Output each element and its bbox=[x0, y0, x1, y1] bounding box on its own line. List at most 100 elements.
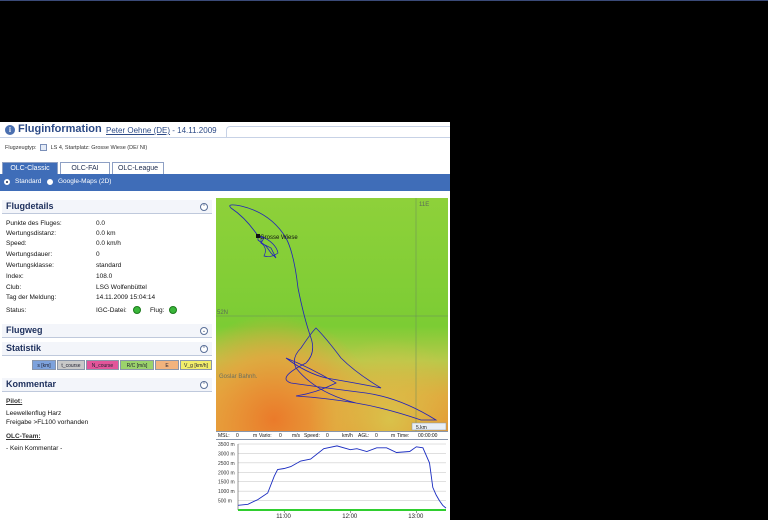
flugweg-header[interactable]: Flugweg ⌄ bbox=[2, 324, 212, 338]
title-bar: i Fluginformation Peter Oehne (DE) - 14.… bbox=[0, 122, 450, 139]
detail-row: Wertungsklasse: standard bbox=[6, 262, 212, 272]
chart-x-tick-label: 13:00 bbox=[408, 514, 424, 520]
readout-msl-unit: m bbox=[253, 433, 258, 439]
flug-view-icon[interactable] bbox=[169, 306, 177, 314]
top-divider bbox=[0, 0, 768, 1]
olc-tabs: OLC-Classic OLC-FAI OLC-League bbox=[0, 162, 450, 174]
readout-agl-label: AGL: bbox=[358, 433, 370, 439]
readout-vario-value: 0 bbox=[279, 433, 282, 439]
aircraft-type-label: Flugzeugtyp: bbox=[5, 144, 37, 151]
detail-value: 0.0 km bbox=[96, 230, 116, 237]
readout-vario-label: Vario: bbox=[259, 433, 272, 439]
title-subline: Peter Oehne (DE) - 14.11.2009 bbox=[106, 126, 217, 135]
detail-row: Index: 108.0 bbox=[6, 273, 212, 283]
glider-icon bbox=[40, 144, 48, 151]
detail-label: Club: bbox=[6, 284, 22, 291]
chart-x-tick-label: 12:00 bbox=[342, 514, 358, 520]
collapse-up-icon[interactable]: ⌃ bbox=[200, 345, 208, 353]
pilot-link[interactable]: Peter Oehne (DE) bbox=[106, 126, 170, 135]
info-icon: i bbox=[5, 125, 15, 135]
chart-y-tick-label: 3000 m bbox=[218, 451, 235, 457]
radio-google-maps-label[interactable]: Google-Maps (2D) bbox=[58, 178, 111, 185]
statistik-header[interactable]: Statistik ⌃ bbox=[2, 342, 212, 356]
stat-ground-speed-button[interactable]: V_g [km/h] bbox=[180, 360, 212, 370]
map-label-place: Grosse Wiese bbox=[260, 235, 298, 241]
readout-speed-label: Speed: bbox=[304, 433, 320, 439]
flugdetails-header[interactable]: Flugdetails ⌃ bbox=[2, 200, 212, 214]
igc-download-icon[interactable] bbox=[133, 306, 141, 314]
detail-row: Wertungsdistanz: 0.0 km bbox=[6, 230, 212, 240]
harz-relief-east bbox=[216, 198, 448, 431]
detail-label: Wertungsklasse: bbox=[6, 262, 54, 269]
readout-vario-unit: m/s bbox=[292, 433, 301, 439]
stat-distance-button[interactable]: s [km] bbox=[32, 360, 56, 370]
readout-speed-unit: km/h bbox=[342, 433, 353, 439]
expand-down-icon[interactable]: ⌄ bbox=[200, 327, 208, 335]
page-title: Fluginformation bbox=[18, 123, 102, 135]
detail-label: Wertungsdauer: bbox=[6, 251, 53, 258]
flugdetails-title: Flugdetails bbox=[6, 201, 54, 211]
flight-info-panel: i Fluginformation Peter Oehne (DE) - 14.… bbox=[0, 122, 450, 520]
igc-label: IGC-Datei: bbox=[96, 307, 127, 314]
collapse-up-icon[interactable]: ⌃ bbox=[200, 381, 208, 389]
flugweg-title: Flugweg bbox=[6, 325, 43, 335]
stat-course-button[interactable]: t_course bbox=[57, 360, 85, 370]
detail-value: 108.0 bbox=[96, 273, 113, 280]
altitude-series-line bbox=[237, 445, 447, 509]
chart-x-tick-label: 11:00 bbox=[276, 514, 291, 520]
tab-olc-classic[interactable]: OLC-Classic bbox=[2, 162, 58, 174]
kommentar-title: Kommentar bbox=[6, 379, 57, 389]
flight-map[interactable]: 11E 52N Grosse Wiese Goslar Bahnh. 5.km bbox=[216, 198, 448, 431]
readout-agl-unit: m bbox=[391, 433, 396, 439]
kommentar-team-text: - Kein Kommentar - bbox=[6, 445, 63, 452]
status-row: Status: IGC-Datei: Flug: bbox=[6, 306, 212, 317]
readout-time-value: 00:00:00 bbox=[418, 433, 438, 439]
detail-value: LSG Wolfenbüttel bbox=[96, 284, 147, 291]
detail-label: Index: bbox=[6, 273, 24, 280]
readout-agl-value: 0 bbox=[375, 433, 378, 439]
stat-climb-rate-button[interactable]: R/C [m/s] bbox=[120, 360, 154, 370]
aircraft-line: Flugzeugtyp: LS 4, Startplatz: Grosse Wi… bbox=[5, 144, 147, 151]
kommentar-header[interactable]: Kommentar ⌃ bbox=[2, 378, 212, 392]
readout-msl-value: 0 bbox=[236, 433, 239, 439]
detail-row: Punkte des Fluges: 0.0 bbox=[6, 220, 212, 230]
detail-value: 14.11.2009 15:04:14 bbox=[96, 294, 156, 301]
detail-value: standard bbox=[96, 262, 122, 269]
radio-standard-label[interactable]: Standard bbox=[15, 178, 41, 185]
tab-olc-league[interactable]: OLC-League bbox=[112, 162, 164, 174]
detail-row: Wertungsdauer: 0 bbox=[6, 251, 212, 261]
stat-glide-ratio-button[interactable]: E bbox=[155, 360, 179, 370]
flug-label: Flug: bbox=[150, 307, 165, 314]
tab-olc-fai[interactable]: OLC-FAI bbox=[60, 162, 110, 174]
flight-date: - 14.11.2009 bbox=[170, 126, 217, 135]
chart-y-tick-label: 2500 m bbox=[218, 461, 235, 467]
title-rule bbox=[0, 137, 450, 138]
detail-value: 0.0 bbox=[96, 220, 106, 227]
status-label: Status: bbox=[6, 307, 27, 314]
grid-label-52n: 52N bbox=[217, 310, 228, 316]
detail-label: Wertungsdistanz: bbox=[6, 230, 57, 237]
detail-label: Speed: bbox=[6, 240, 27, 247]
chart-y-tick-label: 2000 m bbox=[218, 470, 235, 476]
chart-y-tick-label: 1000 m bbox=[218, 489, 235, 495]
barogram-chart[interactable]: 3500 m 3000 m 2500 m 2000 m 1500 m 1000 m 500 … bbox=[216, 440, 448, 520]
detail-row: Speed: 0.0 km/h bbox=[6, 240, 212, 250]
detail-value: 0.0 km/h bbox=[96, 240, 121, 247]
kommentar-pilot-heading: Pilot: bbox=[6, 398, 23, 405]
stat-n-course-button[interactable]: N_course bbox=[86, 360, 119, 370]
readout-speed-value: 0 bbox=[326, 433, 329, 439]
flight-readout-bar: MSL: 0 m Vario: 0 m/s Speed: 0 km/h AGL:… bbox=[216, 431, 448, 440]
kommentar-pilot-line1: Leewellenflug Harz bbox=[6, 410, 62, 417]
detail-value: 0 bbox=[96, 251, 100, 258]
radio-google-maps[interactable] bbox=[47, 179, 53, 185]
view-mode-selector: Standard Google-Maps (2D) bbox=[0, 178, 450, 190]
readout-msl-label: MSL: bbox=[218, 433, 230, 439]
statistik-title: Statistik bbox=[6, 343, 42, 353]
detail-label: Punkte des Fluges: bbox=[6, 220, 62, 227]
collapse-up-icon[interactable]: ⌃ bbox=[200, 203, 208, 211]
kommentar-pilot-line2: Freigabe >FL100 vorhanden bbox=[6, 419, 89, 426]
chart-y-tick-label: 500 m bbox=[218, 499, 232, 505]
radio-standard[interactable] bbox=[4, 179, 10, 185]
map-label-city: Goslar Bahnh. bbox=[219, 374, 258, 380]
aircraft-type-value: LS 4, Startplatz: Grosse Wiese (DE/ NI) bbox=[50, 144, 148, 151]
